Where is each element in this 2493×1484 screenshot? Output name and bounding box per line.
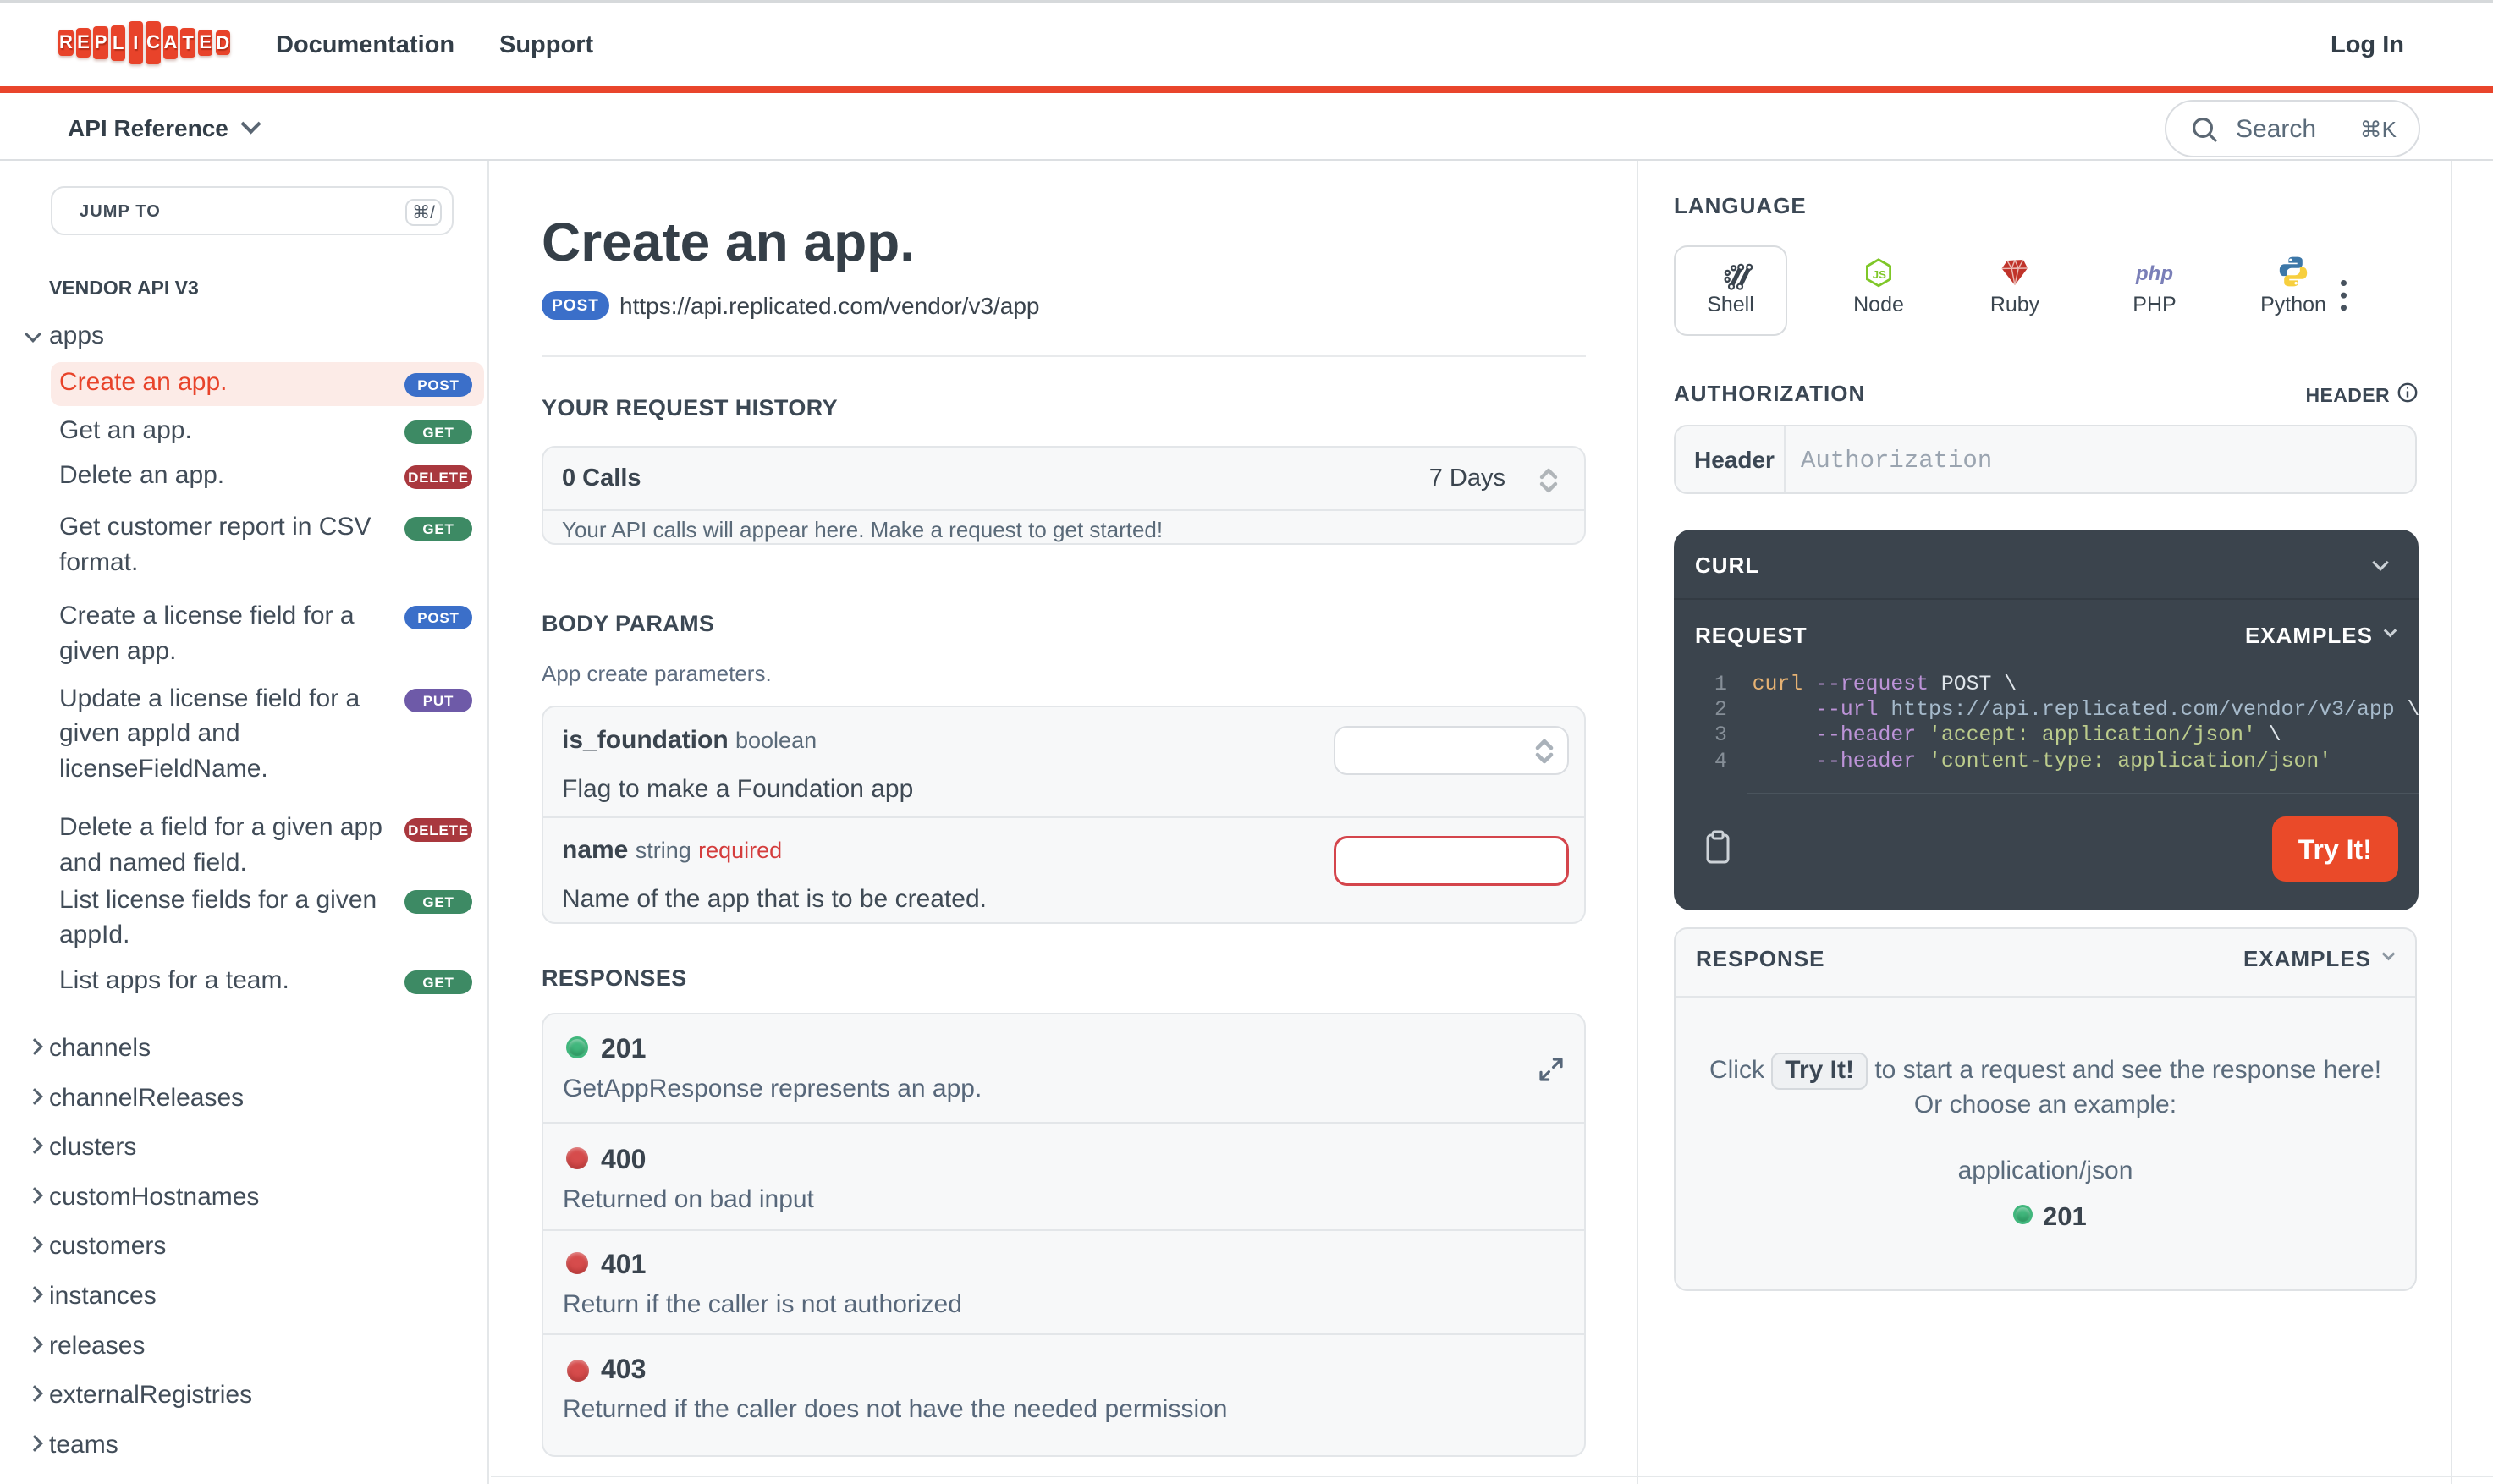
svg-text:JS: JS [1873,268,1886,281]
